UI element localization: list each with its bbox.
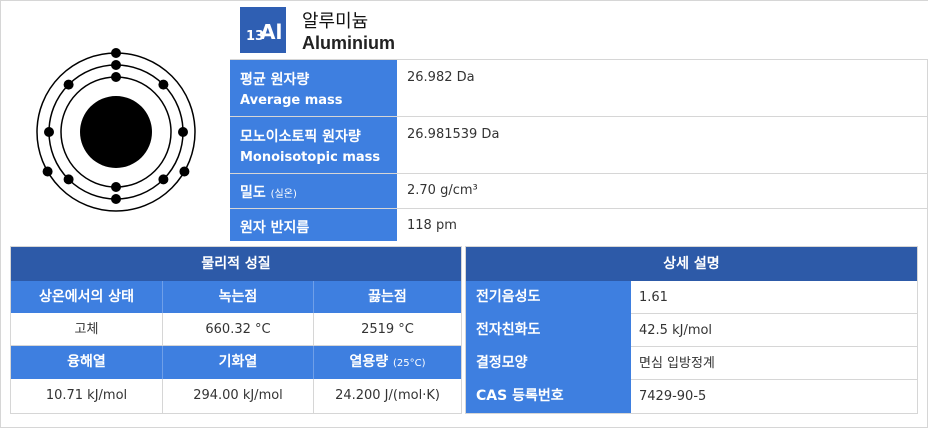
value-heat-of-vaporization: 294.00 kJ/mol xyxy=(162,379,313,413)
element-title-row: 13 Al 알루미늄 Aluminium xyxy=(230,1,928,60)
electron xyxy=(111,48,121,58)
atom-diagram xyxy=(1,1,230,239)
element-symbol: Al xyxy=(260,20,283,44)
electron xyxy=(178,127,188,137)
electron xyxy=(63,174,74,185)
property-label: 밀도 (실온) xyxy=(230,174,397,208)
detail-value-electron-affinity: 42.5 kJ/mol xyxy=(631,314,917,347)
electron xyxy=(111,72,121,82)
element-name-english: Aluminium xyxy=(302,33,395,53)
value-heat-of-fusion: 10.71 kJ/mol xyxy=(11,379,162,413)
electron xyxy=(63,79,74,90)
header-heat-capacity: 열용량 (25°C) xyxy=(313,346,461,379)
detail-label-crystal-structure: 결정모양 xyxy=(466,347,631,380)
value-heat-capacity: 24.200 J/(mol·K) xyxy=(313,379,461,413)
header-heat-of-vaporization: 기화열 xyxy=(162,346,313,379)
property-label: 모노이소토픽 원자량 Monoisotopic mass xyxy=(230,117,397,173)
property-row-atomic-radius: 원자 반지름 118 pm xyxy=(230,209,928,241)
header-heat-of-fusion: 융해열 xyxy=(11,346,162,379)
property-row-monoisotopic-mass: 모노이소토픽 원자량 Monoisotopic mass 26.981539 D… xyxy=(230,117,928,174)
header-heat-capacity-note: (25°C) xyxy=(393,358,426,369)
electron xyxy=(158,174,169,185)
property-label: 원자 반지름 xyxy=(230,209,397,241)
electron xyxy=(111,182,121,192)
electron xyxy=(158,79,169,90)
property-label-ko: 원자 반지름 xyxy=(240,220,310,236)
electron xyxy=(42,166,53,177)
header-heat-capacity-label: 열용량 xyxy=(349,354,389,370)
property-row-average-mass: 평균 원자량 Average mass 26.982 Da xyxy=(230,60,928,117)
value-boiling-point: 2519 °C xyxy=(313,313,461,346)
detail-label-electron-affinity: 전자친화도 xyxy=(466,314,631,347)
header-melting-point: 녹는점 xyxy=(162,281,313,313)
physical-properties-table: 물리적 성질 상온에서의 상태 녹는점 끓는점 고체 660.32 °C 251… xyxy=(10,246,462,414)
electron xyxy=(179,166,190,177)
property-value: 2.70 g/cm³ xyxy=(407,183,478,198)
electron xyxy=(44,127,54,137)
property-label-en: Monoisotopic mass xyxy=(240,150,381,165)
detail-label-electronegativity: 전기음성도 xyxy=(466,281,631,314)
detail-value-cas-number: 7429-90-5 xyxy=(639,389,707,404)
details-title: 상세 설명 xyxy=(466,247,917,281)
element-name-korean: 알루미늄 xyxy=(302,11,369,32)
value-state: 고체 xyxy=(11,313,162,346)
property-value: 26.981539 Da xyxy=(407,127,500,142)
header-boiling-point: 끓는점 xyxy=(313,281,461,313)
detail-value-electronegativity: 1.61 xyxy=(631,281,917,314)
element-symbol-badge: 13 Al xyxy=(240,7,286,53)
detail-label-cas-number: CAS 등록번호 xyxy=(466,380,631,413)
nucleus xyxy=(80,96,152,168)
electron xyxy=(111,194,121,204)
property-row-density: 밀도 (실온) 2.70 g/cm³ xyxy=(230,174,928,209)
bohr-model-svg xyxy=(36,48,196,212)
property-label-note: (실온) xyxy=(270,189,297,200)
property-value: 26.982 Da xyxy=(407,70,475,85)
property-label-ko: 평균 원자량 xyxy=(240,72,310,88)
property-label-ko: 모노이소토픽 원자량 xyxy=(240,129,361,145)
detail-value-crystal-structure: 면심 입방정계 xyxy=(631,347,917,380)
property-value: 118 pm xyxy=(407,218,457,233)
property-label: 평균 원자량 Average mass xyxy=(230,60,397,116)
value-melting-point: 660.32 °C xyxy=(162,313,313,346)
header-state: 상온에서의 상태 xyxy=(11,281,162,313)
property-label-ko: 밀도 xyxy=(240,185,266,201)
details-table: 상세 설명 전기음성도 1.61 전자친화도 42.5 kJ/mol 결정모양 … xyxy=(465,246,918,414)
physical-properties-title: 물리적 성질 xyxy=(11,247,461,281)
electron xyxy=(111,60,121,70)
property-label-en: Average mass xyxy=(240,93,343,108)
element-info-table: 13 Al 알루미늄 Aluminium 평균 원자량 Average mass… xyxy=(230,1,928,241)
